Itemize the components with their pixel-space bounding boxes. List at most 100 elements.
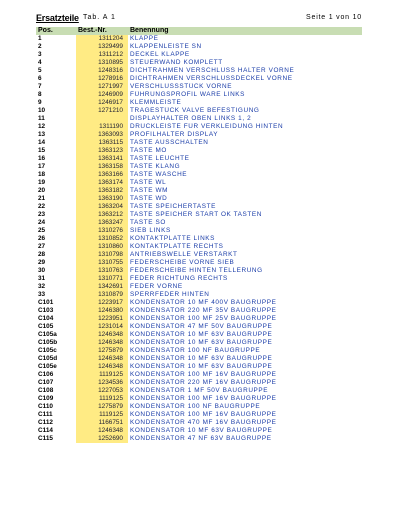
table-row: 5 1248316 DICHTRAHMEN VERSCHLUSS HALTER VO… <box>36 67 362 75</box>
cell-order-number: 1246348 <box>76 363 128 371</box>
cell-order-number: 1310895 <box>76 59 128 67</box>
table-row: C104 1223951 KONDENSATOR 100 MF 25V BAUGRU… <box>36 315 362 323</box>
table-row: 1 1311204 KLAPPE <box>36 35 362 43</box>
cell-position: 20 <box>38 187 46 194</box>
table-row: 25 1310276 SIEB LINKS <box>36 227 362 235</box>
cell-name: KLEMMLEISTE <box>130 99 182 106</box>
cell-name: KONDENSATOR 10 MF 63V BAUGRUPPE <box>130 427 273 434</box>
cell-position: 2 <box>38 43 42 50</box>
page-header: Ersatzteile Tab. A 1 Seite 1 von 10 <box>36 13 362 25</box>
cell-position: 32 <box>38 283 46 290</box>
cell-name: KONDENSATOR 10 MF 63V BAUGRUPPE <box>130 339 273 346</box>
cell-order-number: 1363141 <box>76 155 128 163</box>
table-row: 21 1363190 TASTE WD <box>36 195 362 203</box>
cell-name: TASTE LEUCHTE <box>130 155 190 162</box>
cell-position: 5 <box>38 67 42 74</box>
cell-name: FEDER RICHTUNG RECHTS <box>130 275 228 282</box>
cell-order-number: 1166751 <box>76 419 128 427</box>
column-header-name: Benennung <box>128 27 362 35</box>
table-row: 18 1363166 TASTE WÄSCHE <box>36 171 362 179</box>
cell-name: FEDERSCHEIBE VORNE SIEB <box>130 259 235 266</box>
cell-order-number: 1278916 <box>76 75 128 83</box>
cell-order-number: 1119125 <box>76 371 128 379</box>
table-row: 11 DISPLAYHALTER OBEN LINKS 1, 2 <box>36 115 362 123</box>
cell-order-number: 1310771 <box>76 275 128 283</box>
cell-name: DRUCKLEISTE FÜR VERKLEIDUNG HINTEN <box>130 123 284 130</box>
cell-position: 1 <box>38 35 42 42</box>
table-row: 17 1363158 TASTE KLANG <box>36 163 362 171</box>
cell-order-number: 1246917 <box>76 99 128 107</box>
cell-name: KONDENSATOR 10 MF 63V BAUGRUPPE <box>130 355 273 362</box>
cell-position: C110 <box>38 403 53 410</box>
cell-name: KLAPPENLEISTE SN <box>130 43 202 50</box>
table-header-row: Pos. Best.-Nr. Benennung <box>36 27 362 35</box>
table-row: 24 1363247 TASTE SO <box>36 219 362 227</box>
cell-order-number: 1271210 <box>76 107 128 115</box>
cell-position: C103 <box>38 307 54 314</box>
cell-name: DICHTRAHMEN VERSCHLUSS HALTER VORNE <box>130 67 295 74</box>
table-row: C101 1223917 KONDENSATOR 10 MF 400V BAUGRU… <box>36 299 362 307</box>
table-row: 33 1310879 SPERRFEDER HINTEN <box>36 291 362 299</box>
cell-position: 10 <box>38 107 46 114</box>
cell-position: 30 <box>38 267 46 274</box>
cell-name: FEDER VORNE <box>130 283 183 290</box>
cell-name: FEDERSCHEIBE HINTEN TELLERUNG <box>130 267 263 274</box>
table-row: C105e 1246348 KONDENSATOR 10 MF 63V BAUGRU… <box>36 363 362 371</box>
cell-position: C105 <box>38 323 54 330</box>
cell-order-number: 1310860 <box>76 243 128 251</box>
column-header-pos: Pos. <box>36 27 76 35</box>
cell-position: 24 <box>38 219 46 226</box>
cell-position: 7 <box>38 83 42 90</box>
cell-position: 9 <box>38 99 42 106</box>
table-row: C106 1119125 KONDENSATOR 100 MF 16V BAUGRU… <box>36 371 362 379</box>
cell-name: TASTE WD <box>130 195 168 202</box>
document-subtitle: Tab. A 1 <box>83 14 116 21</box>
cell-position: 21 <box>38 195 46 202</box>
cell-order-number <box>76 115 128 123</box>
cell-order-number: 1363182 <box>76 187 128 195</box>
cell-name: KONDENSATOR 100 MF 16V BAUGRUPPE <box>130 411 277 418</box>
cell-position: C111 <box>38 411 53 418</box>
table-body: 1 1311204 KLAPPE 2 1329499 KLAPPENLEISTE SN 3 1… <box>36 35 362 443</box>
cell-order-number: 1363174 <box>76 179 128 187</box>
cell-order-number: 1363158 <box>76 163 128 171</box>
cell-order-number: 1227053 <box>76 387 128 395</box>
cell-order-number: 1248316 <box>76 67 128 75</box>
cell-name: TASTE SPEICHERTASTE <box>130 203 216 210</box>
cell-position: 4 <box>38 59 42 66</box>
cell-order-number: 1271997 <box>76 83 128 91</box>
cell-name: KONDENSATOR 10 MF 400V BAUGRUPPE <box>130 299 277 306</box>
cell-position: 31 <box>38 275 46 282</box>
cell-name: TASTE WL <box>130 179 167 186</box>
cell-order-number: 1223951 <box>76 315 128 323</box>
cell-position: C107 <box>38 379 54 386</box>
table-row: 29 1310755 FEDERSCHEIBE VORNE SIEB <box>36 259 362 267</box>
cell-position: 16 <box>38 155 46 162</box>
table-row: C105b 1246348 KONDENSATOR 10 MF 63V BAUGRU… <box>36 339 362 347</box>
cell-order-number: 1310798 <box>76 251 128 259</box>
cell-name: TASTE AUSSCHALTEN <box>130 139 209 146</box>
cell-name: DECKEL KLAPPE <box>130 51 190 58</box>
cell-position: 14 <box>38 139 46 146</box>
cell-name: SPERRFEDER HINTEN <box>130 291 210 298</box>
cell-order-number: 1275879 <box>76 347 128 355</box>
cell-name: KONDENSATOR 10 MF 63V BAUGRUPPE <box>130 331 273 338</box>
table-row: 6 1278916 DICHTRAHMEN VERSCHLUSSDECKEL VOR… <box>36 75 362 83</box>
table-row: 9 1246917 KLEMMLEISTE <box>36 99 362 107</box>
table-row: C115 1252690 KONDENSATOR 47 NF 63V BAUGRUP… <box>36 435 362 443</box>
table-row: 13 1363093 PROFILHALTER DISPLAY <box>36 131 362 139</box>
table-row: C108 1227053 KONDENSATOR 1 MF 50V BAUGRUPP… <box>36 387 362 395</box>
table-row: C114 1246348 KONDENSATOR 10 MF 63V BAUGRUP… <box>36 427 362 435</box>
document-title: Ersatzteile <box>36 13 79 23</box>
table-row: 31 1310771 FEDER RICHTUNG RECHTS <box>36 275 362 283</box>
cell-position: C112 <box>38 419 53 426</box>
cell-order-number: 1119125 <box>76 411 128 419</box>
cell-name: KONDENSATOR 47 NF 63V BAUGRUPPE <box>130 435 272 442</box>
cell-order-number: 1246380 <box>76 307 128 315</box>
cell-order-number: 1234536 <box>76 379 128 387</box>
cell-name: KONDENSATOR 100 NF BAUGRUPPE <box>130 347 261 354</box>
cell-name: PROFILHALTER DISPLAY <box>130 131 219 138</box>
cell-position: C104 <box>38 315 54 322</box>
cell-name: DISPLAYHALTER OBEN LINKS 1, 2 <box>130 115 252 122</box>
cell-order-number: 1329499 <box>76 43 128 51</box>
